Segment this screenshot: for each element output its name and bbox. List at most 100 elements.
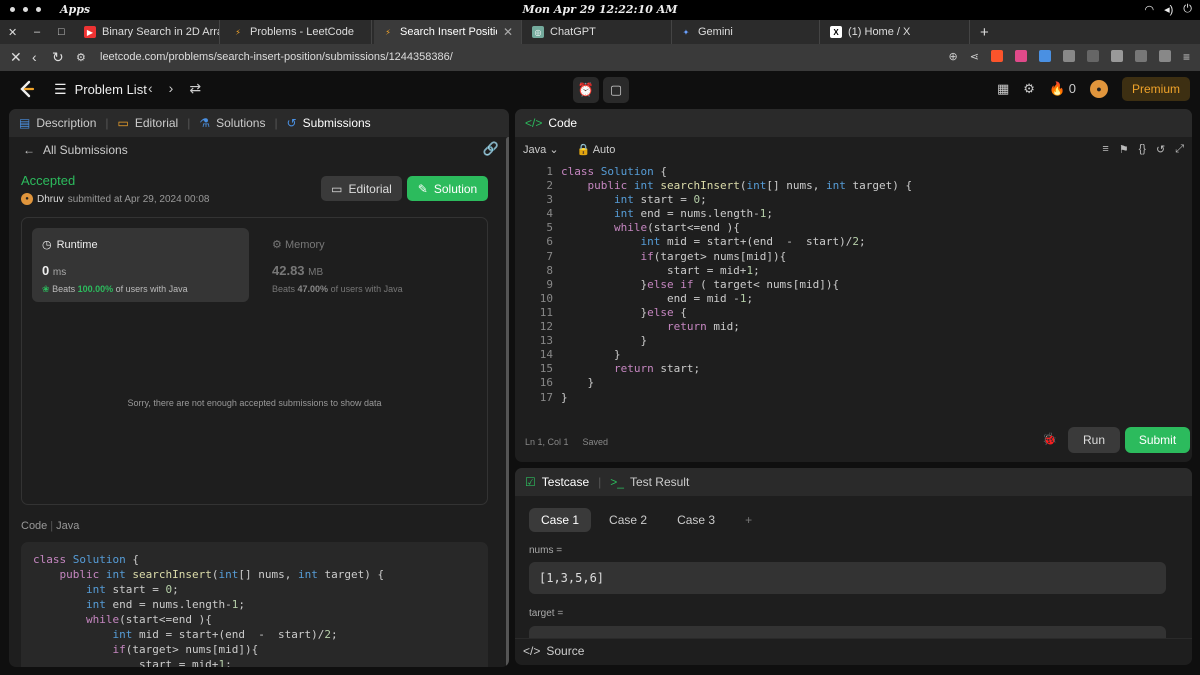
- new-tab-icon[interactable]: +: [972, 20, 996, 44]
- memory-unit: MB: [308, 267, 324, 278]
- menu-icon[interactable]: ≡: [1183, 50, 1190, 64]
- volume-icon[interactable]: ◂): [1164, 3, 1173, 16]
- code-line: public int searchInsert(int[] nums, int …: [59, 568, 385, 581]
- nums-input[interactable]: [1,3,5,6]: [529, 562, 1166, 594]
- link-icon[interactable]: 🔗: [483, 141, 499, 157]
- code-editor[interactable]: 1 2 3 4 5 6 7 8 9 10 11 12 13 14 15 16 1…: [515, 165, 1192, 415]
- extension-icon[interactable]: [1038, 50, 1051, 62]
- braces-icon[interactable]: {}: [1139, 143, 1146, 156]
- scrollbar[interactable]: [506, 137, 509, 667]
- close-icon[interactable]: ✕: [10, 49, 22, 66]
- memory-beats: 47.00%: [297, 284, 329, 294]
- editorial-button[interactable]: ▭ Editorial: [321, 176, 402, 201]
- beats-suffix: of users with Java: [330, 284, 403, 294]
- leetcode-icon: ⚡: [235, 27, 241, 37]
- back-icon[interactable]: ‹: [32, 49, 37, 65]
- wifi-icon[interactable]: ◠: [1145, 3, 1155, 16]
- streak-counter[interactable]: 🔥 0: [1049, 81, 1076, 97]
- save-status: Saved: [582, 437, 609, 447]
- run-button[interactable]: Run: [1068, 427, 1120, 453]
- browser-tab[interactable]: ◎ ChatGPT: [524, 20, 672, 44]
- notes-icon[interactable]: ▢: [603, 77, 629, 103]
- minimize-icon[interactable]: –: [26, 20, 50, 44]
- add-case-icon[interactable]: +: [733, 508, 764, 532]
- problem-list-button[interactable]: ☰ Problem List: [54, 81, 147, 98]
- shuffle-icon[interactable]: ⇄: [189, 80, 201, 97]
- code-line: if(target> nums[mid]){: [112, 643, 259, 656]
- language-select[interactable]: Java ⌄: [523, 143, 559, 156]
- system-tray[interactable]: ◠ ◂) ⏻: [1145, 3, 1193, 16]
- problem-list-label: Problem List: [74, 82, 147, 97]
- autocomplete-mode[interactable]: 🔒 Auto: [577, 143, 616, 156]
- extension-icon[interactable]: [1110, 50, 1123, 62]
- browser-tab[interactable]: ▶ Binary Search in 2D Arra: [76, 20, 220, 44]
- close-window-icon[interactable]: ✕: [0, 20, 26, 44]
- beats-prefix: Beats: [52, 284, 76, 294]
- brave-rewards-icon[interactable]: [1014, 50, 1027, 62]
- case-tab[interactable]: Case 1: [529, 508, 592, 532]
- layout-icon[interactable]: ▦: [997, 81, 1009, 97]
- sidebar-icon[interactable]: [1134, 50, 1147, 62]
- power-icon[interactable]: ⏻: [1183, 3, 1192, 16]
- code-source[interactable]: class Solution { public int searchInsert…: [561, 165, 912, 405]
- tab-description[interactable]: Description: [36, 116, 96, 130]
- youtube-icon: ▶: [84, 26, 96, 38]
- format-icon[interactable]: ≡: [1102, 143, 1108, 156]
- expand-icon[interactable]: ⤢: [1175, 143, 1184, 156]
- reload-icon[interactable]: ↻: [52, 49, 64, 66]
- description-icon: ▤: [19, 116, 31, 130]
- tab-testcase[interactable]: Testcase: [542, 475, 589, 489]
- prev-problem-icon[interactable]: ‹: [148, 80, 153, 97]
- zoom-icon[interactable]: ⊕: [949, 50, 958, 63]
- share-icon[interactable]: ⋖: [970, 50, 979, 63]
- memory-card[interactable]: ⚙ Memory 42.83 MB Beats 47.00% of users …: [272, 238, 403, 294]
- next-problem-icon[interactable]: ›: [169, 80, 174, 97]
- status-accepted: Accepted: [21, 173, 76, 188]
- site-info-icon[interactable]: ⚙: [76, 51, 86, 64]
- tab-submissions[interactable]: Submissions: [303, 116, 371, 130]
- solution-button[interactable]: ✎ Solution: [407, 176, 488, 201]
- tab-test-result[interactable]: Test Result: [630, 475, 689, 489]
- extension-icon[interactable]: [1062, 50, 1075, 62]
- username[interactable]: Dhruv: [37, 194, 64, 205]
- maximize-icon[interactable]: □: [50, 20, 74, 44]
- runtime-card[interactable]: ◷ Runtime 0 ms ❀ Beats 100.00% of users w…: [32, 228, 249, 302]
- x-icon: X: [830, 26, 842, 38]
- source-bar[interactable]: </> Source: [515, 638, 1192, 663]
- lock-icon: 🔒: [576, 144, 591, 156]
- leaf-icon: ❀: [42, 284, 50, 294]
- no-data-message: Sorry, there are not enough accepted sub…: [127, 398, 382, 408]
- code-line: while(start<=end ){: [613, 221, 740, 235]
- code-line: int mid = start+(end - start)/2;: [112, 628, 338, 641]
- wallet-icon[interactable]: [1158, 50, 1171, 62]
- browser-tab[interactable]: X (1) Home / X: [822, 20, 970, 44]
- extension-icon[interactable]: [1086, 50, 1099, 62]
- all-submissions-link[interactable]: ← All Submissions: [23, 143, 128, 157]
- tab-editorial[interactable]: Editorial: [135, 116, 178, 130]
- settings-icon[interactable]: ⚙: [1023, 81, 1035, 97]
- beats-prefix: Beats: [272, 284, 296, 294]
- browser-tab[interactable]: ✦ Gemini: [672, 20, 820, 44]
- close-tab-icon[interactable]: ✕: [503, 25, 513, 39]
- debug-icon[interactable]: 🐞: [1042, 432, 1057, 446]
- browser-tab-active[interactable]: ⚡ Search Insert Position ✕: [374, 20, 522, 44]
- submit-button[interactable]: Submit: [1125, 427, 1190, 453]
- url-field[interactable]: leetcode.com/problems/search-insert-posi…: [100, 51, 453, 63]
- browser-tab-bar: ✕ – □ ▶ Binary Search in 2D Arra ⚡ Probl…: [0, 20, 1200, 44]
- language-value: Java: [523, 144, 547, 156]
- timer-icon[interactable]: ⏰: [573, 77, 599, 103]
- tab-solutions[interactable]: Solutions: [216, 116, 265, 130]
- browser-tab[interactable]: ⚡ Problems - LeetCode: [224, 20, 372, 44]
- case-tab[interactable]: Case 2: [597, 508, 659, 532]
- reset-icon[interactable]: ↺: [1156, 143, 1165, 156]
- leetcode-logo[interactable]: [16, 79, 36, 99]
- case-tab[interactable]: Case 3: [665, 508, 727, 532]
- bookmark-icon[interactable]: ⚑: [1119, 143, 1129, 156]
- clock[interactable]: Mon Apr 29 12:22:10 AM: [0, 3, 1200, 16]
- brave-shield-icon[interactable]: [990, 50, 1003, 62]
- code-panel: </> Code Java ⌄ 🔒 Auto ≡ ⚑ {} ↺ ⤢ 1 2 3 …: [515, 109, 1192, 462]
- premium-button[interactable]: Premium: [1121, 77, 1190, 101]
- avatar[interactable]: ●: [1089, 80, 1108, 98]
- code-title: Code: [21, 520, 48, 532]
- mode-value: Auto: [592, 144, 616, 156]
